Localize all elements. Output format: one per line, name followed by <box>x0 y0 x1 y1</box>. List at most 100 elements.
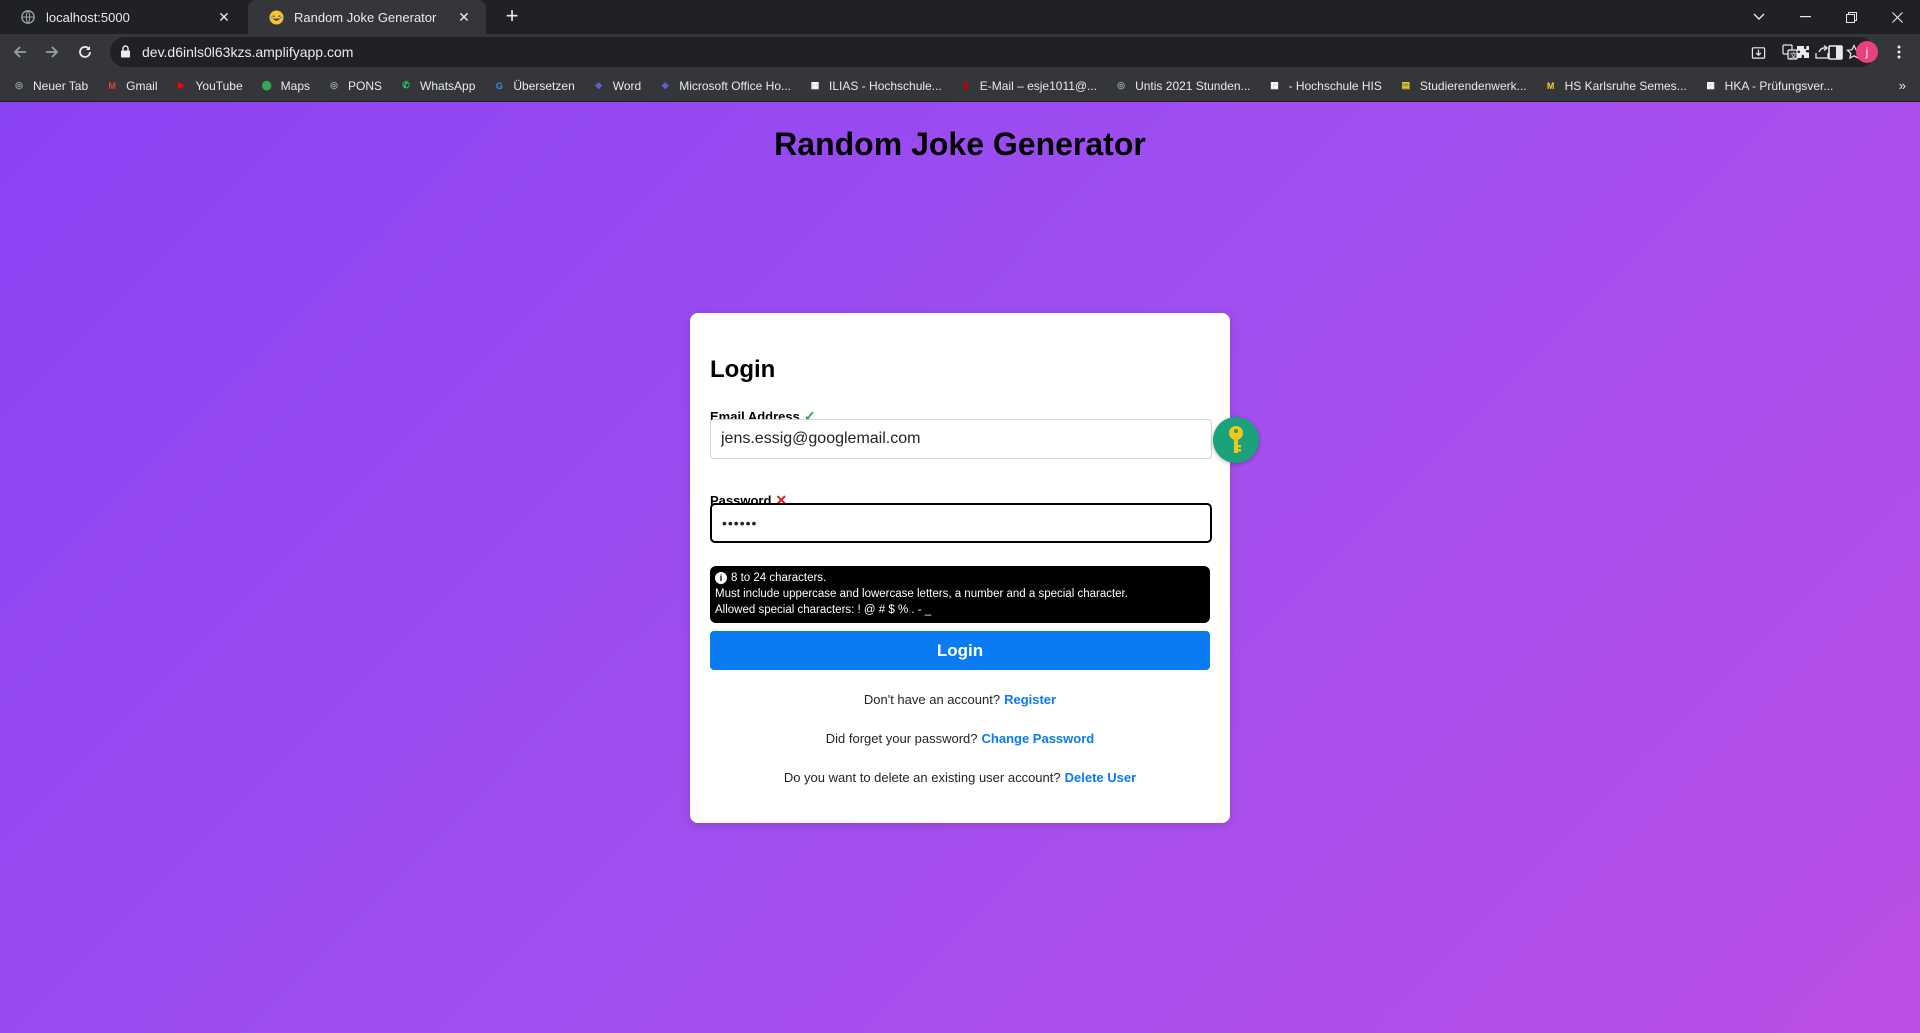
youtube-icon: ▶ <box>178 80 185 90</box>
hka-icon: ▦ <box>1706 80 1715 90</box>
office-icon: ◆ <box>661 80 669 90</box>
bookmark-label: Maps <box>280 78 310 93</box>
login-card: Login Email Address ✓ Password ✕ i 8 to … <box>690 313 1259 823</box>
bookmark-label: E-Mail – esje1011@... <box>979 78 1098 93</box>
globe-icon: ◎ <box>1117 80 1126 90</box>
extensions-icon[interactable] <box>1787 34 1819 70</box>
bookmark-item[interactable]: ◎ PONS <box>327 79 382 93</box>
bookmark-item[interactable]: ◆ Word <box>592 79 641 93</box>
bookmark-item[interactable]: ▦ - Hochschule HIS <box>1268 79 1382 93</box>
close-icon[interactable]: ✕ <box>456 9 472 26</box>
globe-icon: ◎ <box>15 80 23 90</box>
laughing-emoji-icon <box>268 9 284 25</box>
bookmark-label: WhatsApp <box>420 78 476 93</box>
bookmark-item[interactable]: ▮ E-Mail – esje1011@... <box>959 79 1097 93</box>
mail-icon: ▮ <box>963 80 969 90</box>
bookmark-label: Untis 2021 Stunden... <box>1135 78 1251 93</box>
delete-user-link[interactable]: Delete User <box>1065 770 1137 785</box>
login-button[interactable]: Login <box>710 631 1210 670</box>
register-row: Don't have an account? Register <box>690 692 1230 707</box>
hs-karlsruhe-icon: M <box>1546 80 1555 91</box>
bookmark-item[interactable]: M HS Karlsruhe Semes... <box>1544 79 1687 93</box>
restore-button[interactable] <box>1828 0 1874 34</box>
info-icon: i <box>715 572 727 584</box>
key-icon[interactable] <box>1213 417 1259 463</box>
hka-icon: ▦ <box>810 80 820 90</box>
window-controls <box>1736 0 1920 34</box>
toolbar-actions: j <box>1787 34 1915 70</box>
bookmark-label: Microsoft Office Ho... <box>679 78 792 93</box>
browser-toolbar: dev.d6inls0l63kzs.amplifyapp.com 文 j <box>0 34 1920 70</box>
register-prompt: Don't have an account? <box>863 692 1001 707</box>
tab-random-joke-generator[interactable]: Random Joke Generator ✕ <box>248 0 486 34</box>
delete-prompt: Do you want to delete an existing user a… <box>783 770 1061 785</box>
password-field[interactable] <box>710 503 1212 543</box>
menu-kebab-icon[interactable] <box>1883 34 1915 70</box>
bookmark-label: Studierendenwerk... <box>1419 78 1527 93</box>
bookmark-label: Neuer Tab <box>33 78 89 93</box>
change-password-row: Did forget your password? Change Password <box>690 731 1230 746</box>
register-link[interactable]: Register <box>1004 692 1056 707</box>
lock-icon[interactable] <box>120 45 131 63</box>
email-field[interactable] <box>710 419 1212 459</box>
bookmark-label: Gmail <box>126 78 158 93</box>
bookmark-item[interactable]: ⬤ Maps <box>260 79 310 93</box>
globe-icon <box>20 9 36 25</box>
translate-icon: G <box>495 80 503 91</box>
bookmark-label: Word <box>612 78 642 93</box>
bookmark-label: - Hochschule HIS <box>1288 78 1382 93</box>
tab-localhost[interactable]: localhost:5000 ✕ <box>0 0 246 34</box>
bookmark-item[interactable]: ◎ Untis 2021 Stunden... <box>1114 79 1250 93</box>
hint-text: Must include uppercase and lowercase let… <box>715 588 1128 600</box>
address-bar[interactable]: dev.d6inls0l63kzs.amplifyapp.com 文 <box>110 37 1875 67</box>
avatar: j <box>1856 41 1878 63</box>
login-heading: Login <box>710 356 776 383</box>
forgot-prompt: Did forget your password? <box>825 731 978 746</box>
tab-title: localhost:5000 <box>46 9 130 25</box>
install-app-icon[interactable] <box>1742 37 1774 67</box>
studierendenwerk-icon: ▤ <box>1401 80 1411 90</box>
back-arrow-icon[interactable] <box>8 40 32 64</box>
page-background: Random Joke Generator Login Email Addres… <box>0 102 1920 1033</box>
bookmark-label: YouTube <box>195 78 243 93</box>
profile-avatar[interactable]: j <box>1851 34 1883 70</box>
bookmark-label: ILIAS - Hochschule... <box>829 78 942 93</box>
word-icon: ◆ <box>595 80 603 90</box>
bookmark-item[interactable]: ▦ HKA - Prüfungsver... <box>1704 78 1834 93</box>
bookmarks-bar: ◎ Neuer Tab M Gmail ▶ YouTube ⬤ Maps ◎ PONS ✆ Whats… <box>0 70 1920 102</box>
whatsapp-icon: ✆ <box>402 80 410 90</box>
hint-line: i 8 to 24 characters. <box>715 570 1205 586</box>
bookmark-label: PONS <box>348 78 383 93</box>
chevron-down-icon[interactable] <box>1736 0 1782 34</box>
bookmark-label: Übersetzen <box>513 78 575 93</box>
bookmark-label: HS Karlsruhe Semes... <box>1564 78 1687 93</box>
bookmark-item[interactable]: ▦ ILIAS - Hochschule... <box>808 79 942 93</box>
page-title: Random Joke Generator <box>774 126 1146 162</box>
url-text: dev.d6inls0l63kzs.amplifyapp.com <box>142 44 354 60</box>
bookmark-item[interactable]: ▶ YouTube <box>175 79 243 93</box>
reload-icon[interactable] <box>73 40 97 64</box>
bookmark-item[interactable]: ✆ WhatsApp <box>399 79 475 93</box>
bookmark-item[interactable]: G Übersetzen <box>492 78 575 93</box>
close-window-button[interactable] <box>1874 0 1920 34</box>
globe-icon: ◎ <box>330 80 338 90</box>
new-tab-button[interactable]: + <box>500 5 524 29</box>
minimize-button[interactable] <box>1782 0 1828 34</box>
bookmark-item[interactable]: ◆ Microsoft Office Ho... <box>658 79 791 93</box>
hka-icon: ▦ <box>1270 80 1279 90</box>
bookmark-item[interactable]: ◎ Neuer Tab <box>12 79 88 93</box>
browser-tab-bar: localhost:5000 ✕ Random Joke Generator ✕… <box>0 0 1920 34</box>
password-hint: i 8 to 24 characters. Must include upper… <box>710 566 1210 623</box>
bookmark-label: HKA - Prüfungsver... <box>1724 78 1834 93</box>
bookmarks-overflow-button[interactable]: » <box>1899 78 1906 93</box>
bookmark-item[interactable]: ▤ Studierendenwerk... <box>1399 79 1527 93</box>
hint-text: Allowed special characters: ! @ # $ % . … <box>715 604 932 616</box>
bookmark-item[interactable]: M Gmail <box>105 79 157 93</box>
hint-text: 8 to 24 characters. <box>731 572 827 584</box>
gmail-icon: M <box>108 80 116 91</box>
forward-arrow-icon[interactable] <box>40 40 64 64</box>
side-panel-icon[interactable] <box>1819 34 1851 70</box>
maps-icon: ⬤ <box>261 80 272 90</box>
change-password-link[interactable]: Change Password <box>982 731 1095 746</box>
close-icon[interactable]: ✕ <box>216 9 232 26</box>
